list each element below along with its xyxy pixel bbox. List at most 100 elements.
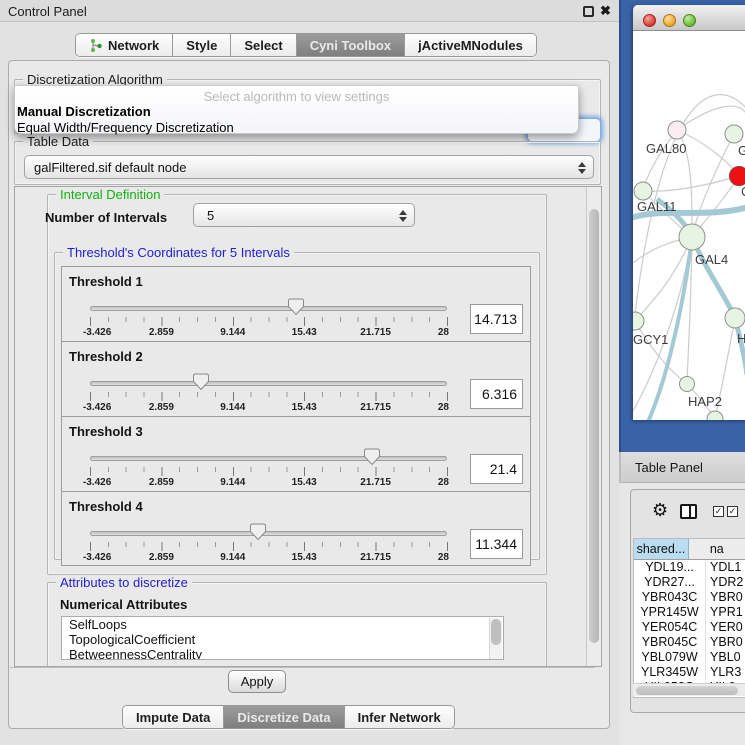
mac-minimize-icon[interactable] bbox=[663, 14, 676, 27]
node-gal80[interactable] bbox=[668, 121, 686, 139]
node-g[interactable] bbox=[725, 125, 743, 143]
table-panel-titlebar: Table Panel bbox=[619, 452, 745, 483]
network-view-window: GAL80 G C GAL11 GAL4 H GCY1 HAP2 bbox=[633, 5, 745, 420]
node-h[interactable] bbox=[725, 308, 745, 328]
threshold-1-ticks bbox=[90, 317, 448, 326]
table-row[interactable]: YBR045CYBR0 bbox=[634, 635, 745, 650]
node-label-gcy1: GCY1 bbox=[633, 332, 668, 347]
thresholds-group: Threshold's Coordinates for 5 Intervals … bbox=[54, 252, 540, 560]
tab-discretize-data[interactable]: Discretize Data bbox=[224, 706, 344, 728]
tick-label: 2.859 bbox=[149, 552, 174, 563]
node-label-hap2: HAP2 bbox=[688, 394, 722, 409]
threshold-2-row: Threshold 2 -3.426 2.859 9.144 15.43 21.… bbox=[61, 341, 531, 416]
numerical-attributes-label: Numerical Attributes bbox=[60, 597, 187, 612]
table-row[interactable]: YDR27...YDR2 bbox=[634, 575, 745, 590]
float-window-icon[interactable] bbox=[583, 6, 594, 17]
tick-label: 9.144 bbox=[220, 327, 245, 338]
table-data-combobox[interactable]: galFiltered.sif default node bbox=[24, 155, 594, 179]
node-table: shared... na YDL19...YDL1 YDR27...YDR2 Y… bbox=[633, 538, 745, 698]
threshold-4-slider-handle[interactable] bbox=[250, 523, 266, 541]
threshold-4-slider-track[interactable] bbox=[90, 531, 447, 536]
node-gal4[interactable] bbox=[679, 224, 705, 250]
threshold-1-label: Threshold 1 bbox=[69, 274, 143, 289]
checkbox-icon[interactable]: ✓ bbox=[727, 506, 738, 517]
node-red-selected[interactable] bbox=[730, 167, 745, 186]
list-item-betweennesscentrality[interactable]: BetweennessCentrality bbox=[62, 647, 503, 660]
threshold-4-label: Threshold 4 bbox=[69, 499, 143, 514]
table-row[interactable]: YBL079WYBL0 bbox=[634, 650, 745, 665]
apply-button[interactable]: Apply bbox=[228, 670, 286, 693]
node-label-h-partial: H bbox=[737, 331, 745, 346]
table-row[interactable]: YER054CYER0 bbox=[634, 620, 745, 635]
combo-updown-icon bbox=[578, 159, 587, 177]
gear-icon[interactable]: ⚙ bbox=[652, 500, 668, 521]
threshold-3-slider-handle[interactable] bbox=[364, 448, 380, 466]
tab-select[interactable]: Select bbox=[231, 34, 296, 56]
divider bbox=[10, 667, 595, 668]
tick-label: -3.426 bbox=[83, 327, 111, 338]
settings-scrollbar-thumb[interactable] bbox=[589, 209, 599, 643]
tick-label: 2.859 bbox=[149, 477, 174, 488]
table-row[interactable]: YBR043CYBR0 bbox=[634, 590, 745, 605]
threshold-1-slider-handle[interactable] bbox=[288, 298, 304, 316]
mac-close-icon[interactable] bbox=[643, 14, 656, 27]
option-equal-width-frequency[interactable]: Equal Width/Frequency Discretization bbox=[15, 120, 578, 136]
threshold-1-slider-track[interactable] bbox=[90, 306, 447, 311]
network-canvas[interactable]: GAL80 G C GAL11 GAL4 H GCY1 HAP2 bbox=[633, 31, 745, 420]
algorithm-dropdown-popup: Select algorithm to view settings Manual… bbox=[14, 85, 579, 134]
table-panel-area: ⚙ ✓ ✓ shared... na YDL19...YDL1 YDR27...… bbox=[619, 483, 745, 745]
tab-cyni-toolbox[interactable]: Cyni Toolbox bbox=[297, 34, 405, 56]
node-label-c-partial: C bbox=[741, 184, 745, 199]
tick-label: -3.426 bbox=[83, 402, 111, 413]
node-gal11[interactable] bbox=[634, 182, 652, 200]
table-row[interactable]: YPR145WYPR1 bbox=[634, 605, 745, 620]
threshold-2-value-field[interactable] bbox=[470, 379, 523, 409]
node-label-gal11: GAL11 bbox=[637, 199, 677, 214]
table-row[interactable]: YDL19...YDL1 bbox=[634, 560, 745, 575]
table-header-row: shared... na bbox=[634, 539, 745, 560]
node-bottom-partial[interactable] bbox=[707, 411, 723, 420]
node-hap2[interactable] bbox=[680, 377, 695, 392]
tab-style[interactable]: Style bbox=[173, 34, 231, 56]
threshold-2-ticks bbox=[90, 392, 448, 401]
table-horizontal-scrollbar-thumb[interactable] bbox=[636, 686, 738, 695]
threshold-3-value-field[interactable] bbox=[470, 454, 523, 484]
close-icon[interactable]: ✖ bbox=[600, 3, 611, 19]
threshold-2-slider-handle[interactable] bbox=[193, 373, 209, 391]
table-data-selected: galFiltered.sif default node bbox=[34, 160, 186, 175]
list-item-topologicalcoefficient[interactable]: TopologicalCoefficient bbox=[62, 632, 503, 647]
tab-jactivemnodules[interactable]: jActiveMNodules bbox=[405, 34, 536, 56]
column-header-name[interactable]: na bbox=[689, 539, 745, 559]
threshold-2-slider-track[interactable] bbox=[90, 381, 447, 386]
thresholds-group-label: Threshold's Coordinates for 5 Intervals bbox=[63, 245, 294, 260]
mac-zoom-icon[interactable] bbox=[683, 14, 696, 27]
tab-impute-data[interactable]: Impute Data bbox=[123, 706, 224, 728]
column-header-shared[interactable]: shared... bbox=[634, 539, 689, 559]
threshold-4-ticks bbox=[90, 542, 448, 551]
table-horizontal-scrollbar[interactable] bbox=[633, 683, 745, 696]
number-of-intervals-spinner[interactable]: 5 bbox=[193, 203, 415, 227]
settings-scrollbar[interactable] bbox=[586, 187, 601, 666]
tick-label: 28 bbox=[438, 327, 449, 338]
table-window: ⚙ ✓ ✓ shared... na YDL19...YDL1 YDR27...… bbox=[630, 489, 745, 713]
table-data-group: Table Data galFiltered.sif default node bbox=[14, 141, 601, 185]
tab-network[interactable]: Network bbox=[76, 34, 173, 56]
checkbox-icon[interactable]: ✓ bbox=[713, 506, 724, 517]
list-item-selfloops[interactable]: SelfLoops bbox=[62, 617, 503, 632]
option-manual-discretization[interactable]: Manual Discretization bbox=[15, 104, 578, 120]
threshold-4-value-field[interactable] bbox=[470, 529, 523, 559]
tick-label: 28 bbox=[438, 552, 449, 563]
threshold-3-slider-track[interactable] bbox=[90, 456, 447, 461]
tick-label: 28 bbox=[438, 477, 449, 488]
node-gcy1[interactable] bbox=[633, 312, 644, 330]
columns-icon[interactable] bbox=[680, 504, 697, 519]
attributes-list-scrollbar[interactable] bbox=[489, 618, 502, 660]
threshold-1-value-field[interactable] bbox=[470, 304, 523, 334]
network-window-titlebar[interactable] bbox=[633, 5, 745, 31]
tick-label: 15.43 bbox=[292, 402, 317, 413]
top-tab-bar: Network Style Select Cyni Toolbox jActiv… bbox=[75, 33, 537, 57]
tick-label: -3.426 bbox=[83, 477, 111, 488]
spinner-updown-icon bbox=[399, 207, 408, 225]
tab-infer-network[interactable]: Infer Network bbox=[345, 706, 454, 728]
table-row[interactable]: YLR345WYLR3 bbox=[634, 665, 745, 680]
